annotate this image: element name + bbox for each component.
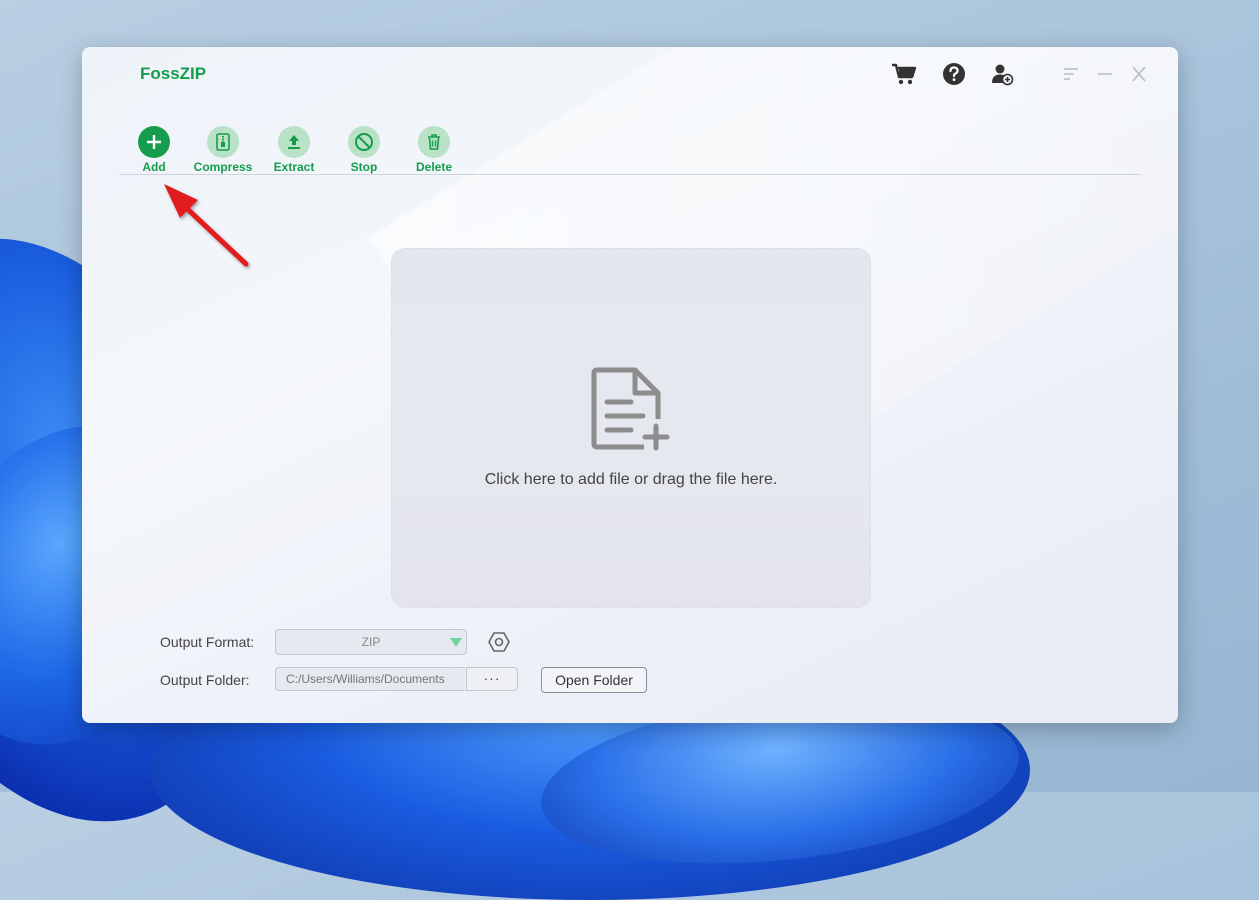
drop-zone-hint: Click here to add file or drag the file … <box>484 471 778 488</box>
app-title: FossZIP <box>140 64 207 83</box>
output-format-label: Output Format: <box>160 634 255 650</box>
app-window: FossZIP Add Compress Extract Stop Delete… <box>82 47 1178 723</box>
cart-icon[interactable] <box>891 61 917 87</box>
stop-label: Stop <box>350 160 378 174</box>
output-format-value: ZIP <box>361 635 381 649</box>
close-icon[interactable] <box>1128 63 1150 85</box>
extract-label: Extract <box>273 160 315 174</box>
stop-button[interactable]: Stop <box>329 126 399 174</box>
output-format-select[interactable]: ZIP <box>275 629 467 655</box>
browse-folder-button[interactable]: ··· <box>466 667 518 691</box>
annotation-arrow-icon <box>160 178 255 278</box>
add-file-icon <box>588 367 672 456</box>
help-icon[interactable] <box>941 61 967 87</box>
delete-label: Delete <box>415 160 453 174</box>
delete-button[interactable]: Delete <box>399 126 469 174</box>
file-drop-zone[interactable]: Click here to add file or drag the file … <box>391 248 871 608</box>
dropdown-arrow-icon <box>450 638 462 647</box>
plus-icon <box>138 126 170 158</box>
upload-icon <box>278 126 310 158</box>
menu-icon[interactable] <box>1060 63 1082 85</box>
output-folder-input[interactable] <box>275 667 465 691</box>
toolbar-divider <box>119 174 1141 175</box>
user-account-icon[interactable] <box>989 61 1015 87</box>
format-settings-icon[interactable] <box>487 630 511 654</box>
add-button[interactable]: Add <box>119 126 189 174</box>
open-folder-button[interactable]: Open Folder <box>541 667 647 693</box>
stop-icon <box>348 126 380 158</box>
compress-button[interactable]: Compress <box>188 126 258 174</box>
extract-button[interactable]: Extract <box>259 126 329 174</box>
zip-file-icon <box>207 126 239 158</box>
trash-icon <box>418 126 450 158</box>
compress-label: Compress <box>193 160 253 174</box>
add-label: Add <box>142 160 166 174</box>
minimize-icon[interactable] <box>1094 63 1116 85</box>
output-folder-label: Output Folder: <box>160 672 250 688</box>
